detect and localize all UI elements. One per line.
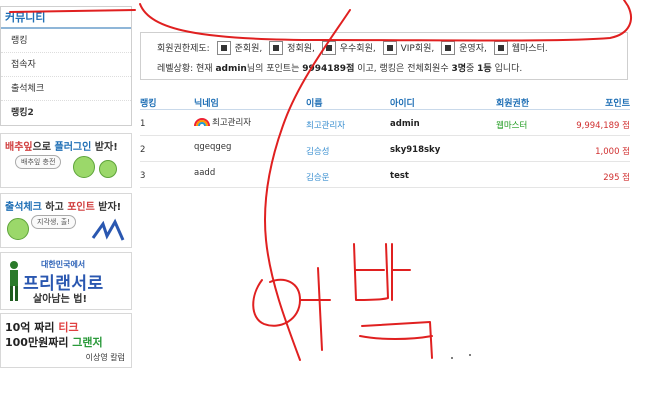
sidebar-item-visitors[interactable]: 접속자: [1, 53, 131, 77]
col-name[interactable]: 이름: [306, 96, 323, 109]
name-cell[interactable]: 최고관리자: [306, 119, 345, 131]
freelancer-banner-line3: 살아남는 법!: [33, 294, 88, 305]
point-cell: 295 점: [603, 173, 630, 183]
cabbage-icon: [73, 156, 95, 178]
broken-image-icon: [382, 41, 397, 55]
table-row: 3 aadd 김승운 test 295 점: [140, 162, 630, 188]
level-status: 레벨상황: 현재 admin님의 포인트는 9994189점 이고, 랭킹은 전…: [157, 64, 523, 74]
plugin-banner-title: 배추잎으로 플러그인 받자!: [5, 142, 118, 153]
id-cell: test: [390, 171, 409, 181]
column-banner-line1: 10억 짜리 티크: [5, 321, 79, 334]
attendance-banner-title: 출석체크 하고 포인트 받자!: [5, 202, 122, 213]
broken-image-icon: [441, 41, 456, 55]
id-cell: admin: [390, 119, 420, 129]
col-point[interactable]: 포인트: [605, 96, 630, 109]
rank-cell: 1: [140, 119, 146, 129]
point-cell: 1,000 점: [595, 147, 630, 157]
nickname-cell[interactable]: 최고관리자: [194, 116, 251, 128]
table-row: 1 최고관리자 최고관리자 admin 웹마스터 9,994,189 점: [140, 110, 630, 136]
column-banner-line2: 100만원짜리 그랜저: [5, 336, 103, 349]
broken-image-icon: [269, 41, 284, 55]
rank-cell: 2: [140, 145, 146, 155]
cabbage-icon: [7, 218, 29, 240]
sidebar-item-ranking[interactable]: 랭킹: [1, 29, 131, 53]
attendance-banner[interactable]: 출석체크 하고 포인트 받자! 지각생, 출!: [0, 193, 132, 248]
freelancer-banner[interactable]: 대한민국에서 프리랜서로 살아남는 법!: [0, 252, 132, 310]
column-banner[interactable]: 10억 짜리 티크 100만원짜리 그랜저 이상영 칼럼: [0, 313, 132, 368]
nickname-cell[interactable]: qgeqgeg: [194, 142, 231, 152]
sidebar-item-ranking2[interactable]: 랭킹2: [1, 101, 131, 125]
col-rank[interactable]: 랭킹: [140, 96, 157, 109]
point-cell: 9,994,189 점: [576, 121, 630, 131]
attendance-pill: 지각생, 출!: [31, 215, 77, 229]
charge-button[interactable]: 배추잎 충전: [15, 155, 62, 169]
name-cell[interactable]: 김승운: [306, 171, 329, 183]
sidebar-item-attendance[interactable]: 출석체크: [1, 77, 131, 101]
table-row: 2 qgeqgeg 김승성 sky918sky 1,000 점: [140, 136, 630, 162]
broken-image-icon: [216, 41, 231, 55]
table-header: 랭킹 닉네임 이름 아이디 회원권한 포인트: [140, 96, 630, 110]
col-permission[interactable]: 회원권한: [496, 96, 529, 109]
column-banner-author: 이상영 칼럼: [85, 353, 125, 362]
person-icon: [10, 261, 18, 301]
broken-image-icon: [321, 41, 336, 55]
broken-image-icon: [493, 41, 508, 55]
plugin-banner[interactable]: 배추잎으로 플러그인 받자! 배추잎 충전: [0, 133, 132, 188]
ranking-table: 랭킹 닉네임 이름 아이디 회원권한 포인트 1 최고관리자 최고관리자 adm…: [140, 96, 630, 188]
community-menu: 커뮤니티 랭킹 접속자 출석체크 랭킹2: [0, 6, 132, 126]
nickname-cell[interactable]: aadd: [194, 168, 215, 178]
membership-levels: 회원권한제도: 준회원, 정회원, 우수회원, VIP회원, 운영자, 웹마스터…: [157, 41, 548, 55]
id-cell: sky918sky: [390, 145, 441, 155]
col-id[interactable]: 아이디: [390, 96, 415, 109]
membership-info-box: 회원권한제도: 준회원, 정회원, 우수회원, VIP회원, 운영자, 웹마스터…: [140, 32, 628, 80]
attendance-logo-icon: [91, 218, 125, 241]
col-nickname[interactable]: 닉네임: [194, 96, 219, 109]
community-title: 커뮤니티: [1, 7, 131, 29]
cabbage-icon: [99, 160, 117, 178]
name-cell[interactable]: 김승성: [306, 145, 329, 157]
rank-cell: 3: [140, 171, 146, 181]
permission-cell: 웹마스터: [496, 121, 528, 131]
level-icon: [194, 117, 210, 126]
